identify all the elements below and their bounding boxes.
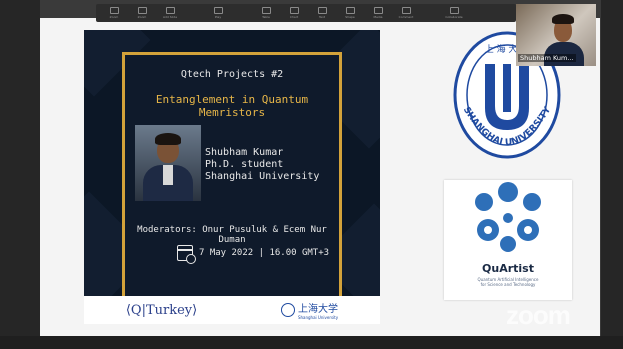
- toolbar-add-slide[interactable]: Add Slide: [156, 5, 184, 21]
- speaker-shirt: [163, 165, 173, 185]
- text-icon: [317, 7, 327, 14]
- comment-icon: [401, 7, 411, 14]
- quartist-subtitle: Quantum Artificial Intelligence for Scie…: [477, 277, 539, 287]
- zoom-watermark: zoom: [506, 300, 571, 330]
- zoom-icon: [137, 7, 147, 14]
- qturkey-logo: ⟨Q|Turkey⟩: [125, 302, 198, 318]
- speaker-info: Shubham Kumar Ph.D. student Shanghai Uni…: [205, 147, 319, 183]
- table-icon: [261, 7, 271, 14]
- speaker-affiliation: Shanghai University: [205, 171, 320, 182]
- toolbar-media[interactable]: Media: [364, 5, 392, 21]
- shu-emblem-icon: [280, 303, 295, 317]
- poster-footer: ⟨Q|Turkey⟩ 上海大学 Shanghai University: [84, 296, 380, 324]
- toolbar-text[interactable]: Text: [308, 5, 336, 21]
- toolbar-view[interactable]: Zoom: [100, 5, 128, 21]
- bottom-bar: [0, 336, 623, 349]
- add-slide-icon: [165, 7, 175, 14]
- toolbar-play[interactable]: Play: [204, 5, 232, 21]
- toolbar-shape[interactable]: Shape: [336, 5, 364, 21]
- speaker-role: Ph.D. student: [205, 159, 284, 170]
- participant-hair: [552, 14, 574, 24]
- right-band: [601, 0, 623, 349]
- speaker-name: Shubham Kumar: [205, 147, 284, 158]
- toolbar-chart[interactable]: Chart: [280, 5, 308, 21]
- moderators: Moderators: Onur Pusuluk & Ecem Nur Duma…: [137, 225, 327, 245]
- view-icon: [109, 7, 119, 14]
- participant-video-tile[interactable]: Shubham Kum...: [516, 4, 596, 66]
- poster-series: Qtech Projects #2: [180, 69, 284, 80]
- zoom-window: Zoom Zoom Add Slide Play Table Chart Tex…: [0, 0, 623, 349]
- quartist-logo-box: QuArtist Quantum Artificial Intelligence…: [444, 180, 572, 300]
- collaborate-icon: [449, 7, 459, 14]
- toolbar-collaborate[interactable]: Collaborate: [440, 5, 468, 21]
- chart-icon: [289, 7, 299, 14]
- play-icon: [213, 7, 223, 14]
- gold-frame: Qtech Projects #2 Entanglement in Quantu…: [122, 52, 342, 296]
- event-poster: Qtech Projects #2 Entanglement in Quantu…: [84, 30, 380, 324]
- poster-title: Entanglement in Quantum Memristors: [155, 93, 309, 119]
- media-icon: [373, 7, 383, 14]
- speaker-hair: [155, 133, 181, 145]
- participant-name: Shubham Kum...: [518, 54, 576, 62]
- left-band: [0, 0, 40, 349]
- quartist-emblem-icon: [475, 182, 541, 252]
- event-date: 7 May 2022 | 16.00 GMT+3: [199, 248, 330, 258]
- toolbar-zoom[interactable]: Zoom: [128, 5, 156, 21]
- speaker-photo: [135, 125, 201, 201]
- toolbar-comment[interactable]: Comment: [392, 5, 420, 21]
- poster-background: Qtech Projects #2 Entanglement in Quantu…: [84, 30, 380, 296]
- shape-icon: [345, 7, 355, 14]
- date-row: 7 May 2022 | 16.00 GMT+3: [177, 245, 330, 264]
- quartist-name: QuArtist: [482, 262, 534, 275]
- keynote-toolbar: Zoom Zoom Add Slide Play Table Chart Tex…: [96, 4, 516, 22]
- toolbar-table[interactable]: Table: [252, 5, 280, 21]
- shu-footer-logo: 上海大学 Shanghai University: [280, 300, 338, 320]
- calendar-clock-icon: [177, 245, 196, 264]
